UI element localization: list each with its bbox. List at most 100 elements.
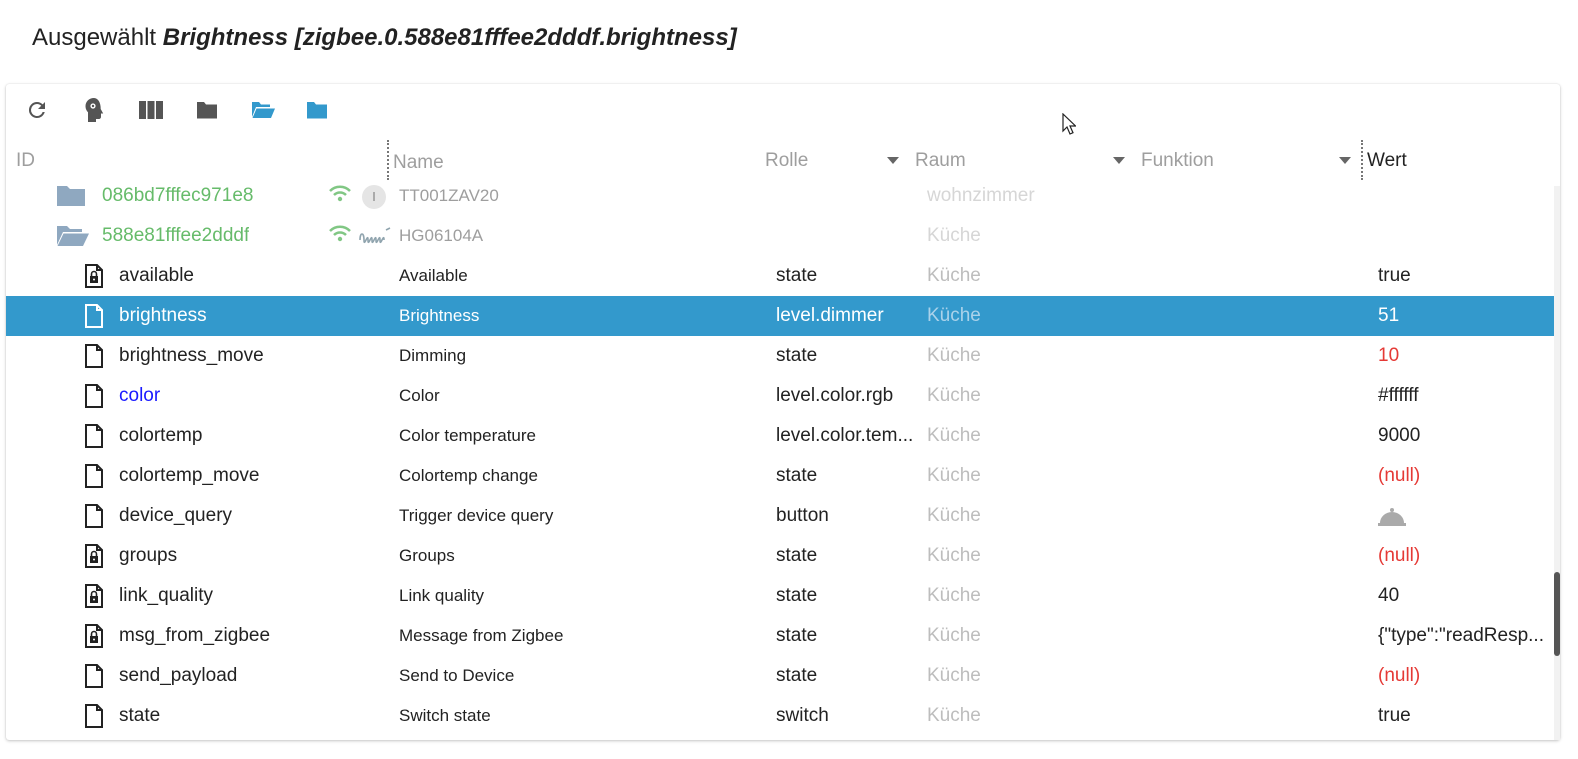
table-row[interactable]: color Color level.color.rgb Küche #fffff… — [6, 376, 1554, 416]
folder-open-icon[interactable] — [249, 96, 277, 124]
columns-icon[interactable] — [137, 96, 165, 124]
table-row[interactable]: link_quality Link quality state Küche 40 — [6, 576, 1554, 616]
state-room: Küche — [927, 665, 981, 686]
file-icon — [84, 464, 104, 488]
state-role: level.color.rgb — [776, 385, 894, 406]
state-id: link_quality — [119, 585, 213, 606]
object-tree: 086bd7fffec971e8 TT001ZAV20 wohnzimmer 5… — [6, 180, 1554, 740]
page-title: Ausgewählt Brightness [zigbee.0.588e81ff… — [32, 24, 737, 52]
bell-button-icon[interactable] — [1378, 507, 1406, 533]
state-room: Küche — [927, 705, 981, 726]
state-value[interactable]: (null) — [1378, 545, 1550, 567]
function-filter-dropdown-icon[interactable] — [1339, 157, 1351, 164]
state-name: Available — [399, 266, 468, 285]
table-row[interactable]: send_payload Send to Device state Küche … — [6, 656, 1554, 696]
table-row[interactable]: available Available state Küche true — [6, 256, 1554, 296]
table-row[interactable]: groups Groups state Küche (null) — [6, 536, 1554, 576]
refresh-icon[interactable] — [23, 96, 51, 124]
file-icon — [84, 504, 104, 528]
state-value[interactable]: (null) — [1378, 665, 1550, 687]
state-room: Küche — [927, 425, 981, 446]
state-id: available — [119, 265, 194, 286]
table-row[interactable]: colortemp Color temperature level.color.… — [6, 416, 1554, 456]
device-image-icon — [361, 184, 387, 216]
state-value[interactable]: (null) — [1378, 465, 1550, 487]
state-room: Küche — [927, 345, 981, 366]
column-value[interactable]: Wert — [1367, 150, 1407, 172]
state-name: Groups — [399, 546, 455, 565]
selected-object-id: Brightness [zigbee.0.588e81fffee2dddf.br… — [162, 24, 737, 51]
table-row-selected[interactable]: brightness Brightness level.dimmer Küche… — [6, 296, 1554, 336]
vertical-scrollbar[interactable] — [1554, 186, 1560, 740]
state-name: Colortemp change — [399, 466, 538, 485]
state-id: colortemp — [119, 425, 203, 446]
folder-name: TT001ZAV20 — [399, 186, 499, 205]
state-value[interactable]: 9000 — [1378, 425, 1550, 447]
file-icon — [84, 704, 104, 728]
state-name: Color temperature — [399, 426, 537, 445]
state-role: state — [776, 545, 818, 566]
state-value[interactable]: true — [1378, 705, 1550, 727]
state-room: Küche — [927, 585, 981, 606]
state-value[interactable]: true — [1378, 265, 1550, 287]
state-id: colortemp_move — [119, 465, 260, 486]
state-role: state — [776, 265, 818, 286]
column-id[interactable]: ID — [16, 150, 35, 172]
state-room: Küche — [927, 265, 981, 286]
tree-row-folder[interactable]: 588e81fffee2dddf HG06104A Küche — [6, 216, 1554, 256]
file-icon — [84, 344, 104, 368]
state-name: Message from Zigbee — [399, 626, 564, 645]
column-function[interactable]: Funktion — [1141, 150, 1214, 172]
column-resizer[interactable] — [387, 140, 389, 180]
state-id: device_query — [119, 505, 233, 526]
state-role: state — [776, 665, 818, 686]
file-lock-icon — [84, 544, 104, 568]
state-value[interactable]: 51 — [1378, 305, 1550, 327]
table-header: ID Name Rolle Raum Funktion Wert — [6, 140, 1560, 180]
state-id: brightness_move — [119, 345, 264, 366]
role-filter-dropdown-icon[interactable] — [887, 157, 899, 164]
column-room[interactable]: Raum — [915, 150, 966, 172]
folder-icon[interactable] — [56, 185, 86, 213]
scrollbar-thumb[interactable] — [1554, 572, 1560, 656]
state-name: Trigger device query — [399, 506, 554, 525]
folder-icon[interactable] — [193, 96, 221, 124]
state-id: state — [119, 705, 161, 726]
state-room: Küche — [927, 385, 981, 406]
state-role: state — [776, 345, 818, 366]
state-name: Brightness — [399, 306, 480, 325]
mouse-cursor-icon — [1062, 112, 1077, 140]
column-role[interactable]: Rolle — [765, 150, 808, 172]
table-row[interactable]: colortemp_move Colortemp change state Kü… — [6, 456, 1554, 496]
state-id: send_payload — [119, 665, 238, 686]
state-room: Küche — [927, 505, 981, 526]
state-room: Küche — [927, 545, 981, 566]
table-row[interactable]: state Switch state switch Küche true — [6, 696, 1554, 736]
folder-open-icon[interactable] — [56, 225, 90, 253]
table-row[interactable]: msg_from_zigbee Message from Zigbee stat… — [6, 616, 1554, 656]
title-prefix: Ausgewählt — [32, 24, 157, 51]
folder-blue-icon[interactable] — [303, 96, 331, 124]
file-lock-icon — [84, 264, 104, 288]
column-resizer[interactable] — [1361, 140, 1363, 180]
state-value[interactable]: {"type":"readResp... — [1378, 625, 1550, 647]
wifi-icon — [328, 184, 352, 210]
folder-id: 086bd7fffec971e8 — [102, 185, 254, 206]
table-row[interactable]: device_query Trigger device query button… — [6, 496, 1554, 536]
state-id: brightness — [119, 305, 207, 326]
folder-room: wohnzimmer — [927, 185, 1035, 206]
room-filter-dropdown-icon[interactable] — [1113, 157, 1125, 164]
toolbar — [6, 84, 1560, 136]
state-value[interactable]: #ffffff — [1378, 385, 1550, 407]
table-row[interactable]: brightness_move Dimming state Küche 10 — [6, 336, 1554, 376]
device-image-icon — [358, 226, 392, 250]
state-role: state — [776, 465, 818, 486]
state-value[interactable]: 10 — [1378, 345, 1550, 367]
state-value[interactable]: 40 — [1378, 585, 1550, 607]
column-name[interactable]: Name — [393, 152, 444, 174]
tree-row-folder[interactable]: 086bd7fffec971e8 TT001ZAV20 wohnzimmer — [6, 180, 1554, 216]
state-name: Dimming — [399, 346, 467, 365]
expert-mode-icon[interactable] — [80, 96, 108, 124]
state-role: state — [776, 585, 818, 606]
object-browser: ID Name Rolle Raum Funktion Wert 086bd7f… — [6, 84, 1560, 740]
